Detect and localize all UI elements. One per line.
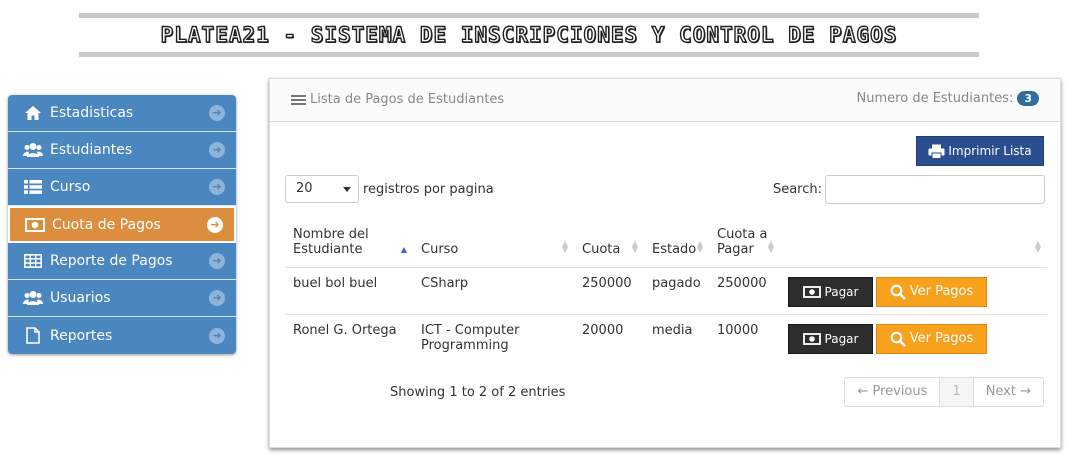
sort-icon: ▲ ▼ <box>631 238 638 254</box>
search-label: Search: <box>772 182 822 197</box>
sidebar-item-label: Usuarios <box>50 290 111 306</box>
count-badge: 3 <box>1017 91 1039 106</box>
sidebar-item-reportes[interactable]: Reportes ➜ <box>8 317 236 354</box>
users-icon <box>22 289 44 307</box>
sidebar-item-reporte-de-pagos[interactable]: Reporte de Pagos ➜ <box>8 243 236 280</box>
pagar-button[interactable]: Pagar <box>788 276 873 307</box>
page-size-label: registros por pagina <box>363 181 494 197</box>
column-header-actions[interactable]: ▲ ▼ <box>780 212 1047 268</box>
column-header-cuota-a-pagar[interactable]: Cuota a Pagar ▲ ▼ <box>709 212 780 268</box>
sidebar-item-label: Estudiantes <box>50 142 133 158</box>
cell-estado: pagado <box>644 267 709 315</box>
table-info: Showing 1 to 2 of 2 entries <box>390 385 566 400</box>
cell-estado: media <box>652 322 693 338</box>
app-banner: Platea21 - Sistema de Inscripciones y Co… <box>79 13 979 57</box>
ver-pagos-button[interactable]: Ver Pagos <box>876 323 987 354</box>
sort-asc-icon: ▲ <box>400 244 407 254</box>
table-row: buel bol buel CSharp 250000 pagado 25000… <box>285 267 1047 315</box>
bars-icon <box>291 94 306 106</box>
money-icon <box>802 285 821 298</box>
sort-icon: ▲ ▼ <box>1034 238 1041 254</box>
column-header-curso[interactable]: Curso ▲ ▼ <box>413 212 574 268</box>
arrow-right-icon: ➜ <box>207 216 223 233</box>
arrow-right-icon: ➜ <box>209 327 225 344</box>
page-1-button[interactable]: 1 <box>940 378 974 406</box>
arrow-right-icon: ➜ <box>209 142 225 158</box>
sidebar-item-estudiantes[interactable]: Estudiantes ➜ <box>8 132 236 169</box>
sort-icon: ▲ ▼ <box>696 238 703 254</box>
search-control: Search: <box>773 175 1045 204</box>
chevron-down-icon <box>343 187 351 192</box>
cell-curso: ICT - Computer Programming <box>421 322 520 353</box>
pagination: ← Previous 1 Next → <box>844 377 1044 407</box>
cell-actions: Pagar Ver Pagos <box>780 267 1047 315</box>
sidebar-item-usuarios[interactable]: Usuarios ➜ <box>8 280 236 317</box>
sidebar-item-label: Curso <box>50 179 91 195</box>
pagar-button[interactable]: Pagar <box>788 323 873 354</box>
cell-cuota: 20000 <box>582 322 624 338</box>
sort-icon: ▲ ▼ <box>561 238 568 254</box>
sidebar-item-cuota-de-pagos[interactable]: Cuota de Pagos ➜ <box>8 206 236 243</box>
sidebar-nav: Estadisticas ➜ Estudiantes ➜ Curso ➜ Cuo… <box>8 95 236 354</box>
print-list-button[interactable]: Imprimir Lista <box>916 136 1044 166</box>
search-icon <box>890 284 906 300</box>
arrow-right-icon: ➜ <box>209 179 225 195</box>
column-header-estado[interactable]: Estado ▲ ▼ <box>644 212 709 268</box>
list-icon <box>22 178 44 196</box>
payments-table: Nombre del Estudiante ▲ Curso ▲ ▼ Cuota ▲ ▼ E… <box>285 212 1047 361</box>
money-icon <box>802 332 821 345</box>
panel-header: Lista de Pagos de Estudiantes Numero de … <box>270 79 1060 122</box>
previous-page-button[interactable]: ← Previous <box>845 378 941 406</box>
table-row: Ronel G. Ortega ICT - Computer Programmi… <box>285 314 1047 361</box>
home-icon <box>22 104 44 122</box>
cell-cuota: 250000 <box>574 267 644 315</box>
sidebar-item-estadisticas[interactable]: Estadisticas ➜ <box>8 95 236 132</box>
money-icon <box>24 216 46 234</box>
search-icon <box>890 331 906 347</box>
page-size-select[interactable]: 20 <box>285 175 359 203</box>
print-icon <box>928 144 945 159</box>
cell-nombre: Ronel G. Ortega <box>293 322 397 338</box>
search-input[interactable] <box>825 175 1045 204</box>
users-icon <box>22 141 44 159</box>
arrow-right-icon: ➜ <box>209 105 225 121</box>
panel-title: Lista de Pagos de Estudiantes <box>291 92 504 107</box>
sidebar-item-curso[interactable]: Curso ➜ <box>8 169 236 206</box>
column-header-nombre[interactable]: Nombre del Estudiante ▲ <box>285 212 413 268</box>
banner-stripe-bottom <box>79 52 979 57</box>
table-icon <box>22 252 44 270</box>
next-page-button[interactable]: Next → <box>974 378 1043 406</box>
arrow-right-icon: ➜ <box>209 290 225 306</box>
column-header-cuota[interactable]: Cuota ▲ ▼ <box>574 212 644 268</box>
cell-cuota-a-pagar: 10000 <box>717 322 759 338</box>
arrow-right-icon: ➜ <box>209 253 225 269</box>
cell-cuota-a-pagar: 250000 <box>709 267 780 315</box>
file-icon <box>22 327 44 345</box>
cell-nombre: buel bol buel <box>285 267 413 315</box>
student-count: Numero de Estudiantes: 3 <box>857 91 1039 106</box>
cell-actions: Pagar Ver Pagos <box>780 314 1047 361</box>
app-title: Platea21 - Sistema de Inscripciones y Co… <box>160 22 898 47</box>
sidebar-item-label: Cuota de Pagos <box>52 216 161 233</box>
cell-curso: CSharp <box>413 267 574 315</box>
sort-icon: ▲ ▼ <box>767 238 774 254</box>
sidebar-item-label: Reportes <box>50 327 113 344</box>
page-size-control: 20 registros por pagina <box>285 175 494 203</box>
sidebar-item-label: Estadisticas <box>50 105 134 121</box>
payments-panel: Lista de Pagos de Estudiantes Numero de … <box>269 78 1061 448</box>
ver-pagos-button[interactable]: Ver Pagos <box>876 276 987 307</box>
sidebar-item-label: Reporte de Pagos <box>50 253 173 269</box>
